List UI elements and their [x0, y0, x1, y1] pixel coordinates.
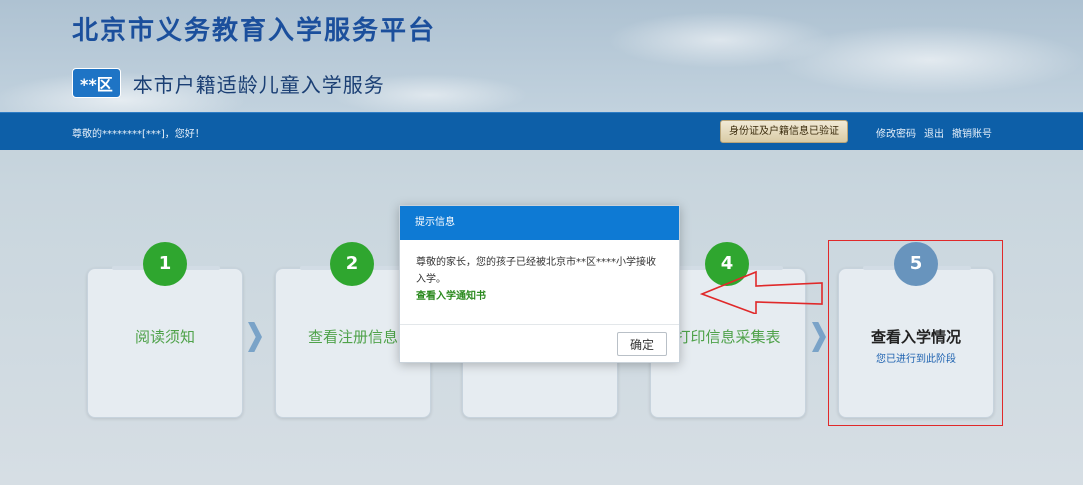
district-badge: **区 [72, 68, 121, 98]
step-label-1[interactable]: 阅读须知 [87, 326, 243, 347]
header-banner: 北京市义务教育入学服务平台 **区 本市户籍适龄儿童入学服务 [0, 0, 1083, 112]
view-admission-notice-link[interactable]: 查看入学通知书 [416, 288, 663, 305]
change-password-link[interactable]: 修改密码 [876, 125, 916, 140]
ok-button[interactable]: 确定 [617, 332, 667, 356]
dialog-title: 提示信息 [400, 206, 679, 240]
verified-badge[interactable]: 身份证及户籍信息已验证 [720, 120, 848, 143]
chevron-right-icon [812, 322, 826, 352]
subtitle-row: **区 本市户籍适龄儿童入学服务 [72, 68, 385, 98]
site-title: 北京市义务教育入学服务平台 [72, 16, 437, 46]
account-links: 修改密码 退出 撤销账号 [876, 125, 992, 140]
admission-message: 尊敬的家长，您的孩子已经被北京市**区****小学接收入学。 [416, 257, 656, 285]
dialog-body: 尊敬的家长，您的孩子已经被北京市**区****小学接收入学。 查看入学通知书 [400, 240, 679, 305]
user-greeting: 尊敬的********[***]，您好！ [72, 129, 205, 140]
notice-dialog: 提示信息 尊敬的家长，您的孩子已经被北京市**区****小学接收入学。 查看入学… [399, 205, 680, 363]
annotation-arrow-icon [700, 270, 823, 314]
top-navbar: 尊敬的********[***]，您好！ 身份证及户籍信息已验证 修改密码 退出… [0, 112, 1083, 150]
highlight-box [828, 240, 1003, 426]
chevron-right-icon [248, 322, 262, 352]
cancel-account-link[interactable]: 撤销账号 [952, 125, 992, 140]
step-number-2: 2 [330, 242, 374, 286]
dialog-footer: 确定 [400, 324, 679, 362]
logout-link[interactable]: 退出 [924, 125, 944, 140]
step-number-1: 1 [143, 242, 187, 286]
service-subtitle: 本市户籍适龄儿童入学服务 [132, 72, 385, 97]
